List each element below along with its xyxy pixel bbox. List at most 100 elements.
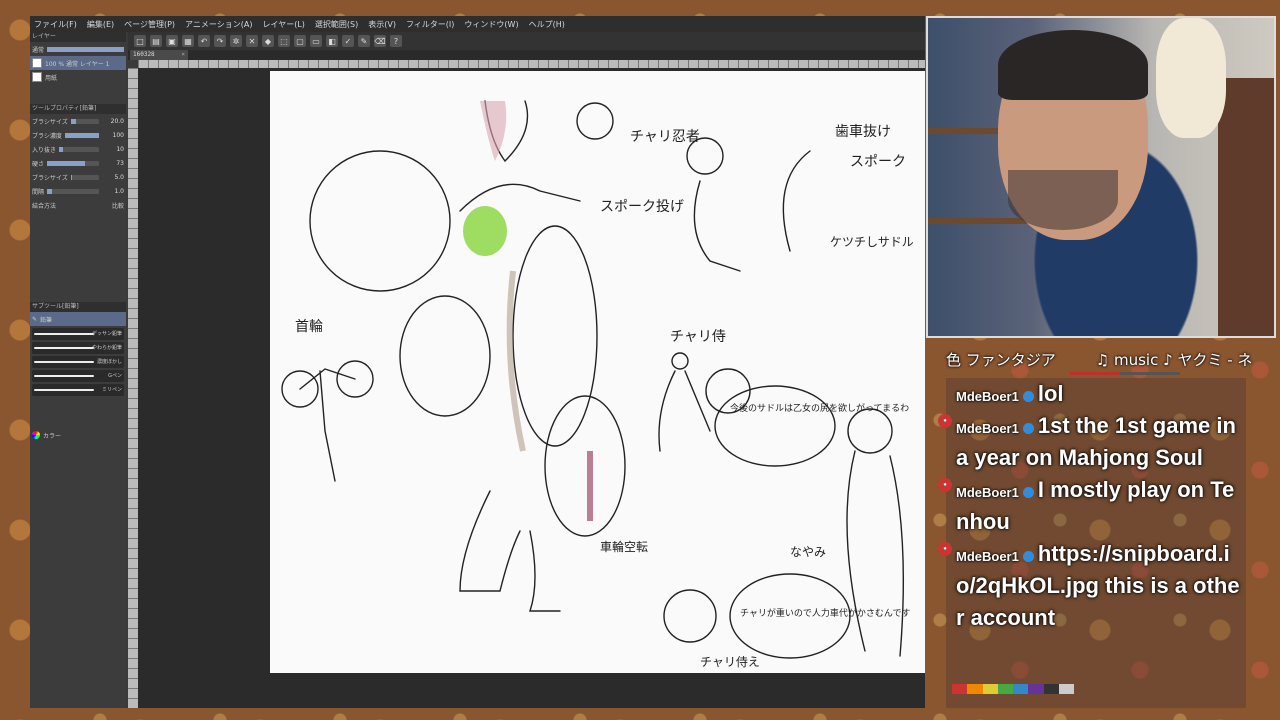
menu-selection[interactable]: 選択範囲(S) <box>315 19 358 30</box>
eraser-icon[interactable]: ⌫ <box>374 35 386 47</box>
stream-info-bar: 色 ファンタジア ♫ music ♪ ヤクミ - ネ <box>946 344 1252 374</box>
property-label: ブラシサイズ <box>32 174 68 182</box>
transform-icon[interactable]: ⬚ <box>278 35 290 47</box>
sketch-note: ケツチしサドル <box>830 235 914 249</box>
undo-icon[interactable]: ↶ <box>198 35 210 47</box>
music-progress-bar <box>1070 372 1180 375</box>
settings-icon[interactable]: ✲ <box>230 35 242 47</box>
layer-name: 100 % 通常 レイヤー 1 <box>45 60 110 68</box>
property-slider[interactable] <box>64 132 99 138</box>
drawing-canvas[interactable]: チャリ忍者 スポーク投げ 首輪 チャリ侍 今後のサドルは乙女の尻を欲しがってまる… <box>270 71 925 673</box>
subtool-tab[interactable]: ✎ 鉛筆 <box>30 312 126 326</box>
sketch-head <box>576 102 614 140</box>
ruler-vertical <box>128 68 138 708</box>
menu-layer[interactable]: レイヤー(L) <box>262 19 304 30</box>
opacity-slider[interactable] <box>47 46 124 52</box>
chat-username: MdeBoer1 <box>956 549 1019 564</box>
sketch-drawing: チャリ忍者 スポーク投げ 首輪 チャリ侍 今後のサドルは乙女の尻を欲しがってまる… <box>281 100 914 669</box>
menu-file[interactable]: ファイル(F) <box>34 19 77 30</box>
sketch-samurai <box>846 450 905 657</box>
property-value[interactable]: 73 <box>102 160 124 167</box>
layer-item[interactable]: 100 % 通常 レイヤー 1 <box>30 56 126 70</box>
property-value[interactable]: 100 <box>102 132 124 139</box>
tool-property-row[interactable]: 入り抜き 10 <box>30 142 126 156</box>
brush-item[interactable]: やわらか鉛筆 <box>32 342 124 354</box>
close-icon[interactable]: × <box>181 50 185 60</box>
brush-label: デッサン鉛筆 <box>91 331 122 337</box>
invert-icon[interactable]: ◧ <box>326 35 338 47</box>
sketch-note: 歯車抜け <box>835 123 891 140</box>
tool-property-row[interactable]: 間隔 1.0 <box>30 184 126 198</box>
property-slider[interactable] <box>59 146 99 152</box>
property-value[interactable]: 10 <box>102 146 124 153</box>
canvas-area[interactable]: チャリ忍者 スポーク投げ 首輪 チャリ侍 今後のサドルは乙女の尻を欲しがってまる… <box>138 68 925 708</box>
chat-username: MdeBoer1 <box>956 389 1019 404</box>
property-value[interactable]: 5.0 <box>102 174 124 181</box>
open-file-icon[interactable]: ▤ <box>150 35 162 47</box>
command-bar: □ ▤ ▣ ▦ ↶ ↷ ✲ ✕ ◆ ⬚ ▢ ▭ ◧ ✓ ✎ ⌫ ? <box>128 32 925 50</box>
subscriber-badge-icon: ● <box>938 414 952 428</box>
property-label: 間隔 <box>32 188 45 196</box>
sketch-small-bike <box>299 368 356 482</box>
brush-item[interactable]: ミリペン <box>32 384 124 396</box>
chat-username: MdeBoer1 <box>956 421 1019 436</box>
help-icon[interactable]: ? <box>390 35 402 47</box>
property-label: 硬さ <box>32 160 45 168</box>
brush-item[interactable]: Gペン <box>32 370 124 382</box>
blend-mode-select[interactable]: 通常 <box>30 42 126 56</box>
sketch-note: チャリ侍え <box>700 655 760 669</box>
menu-window[interactable]: ウィンドウ(W) <box>464 19 518 30</box>
property-slider[interactable] <box>47 160 99 166</box>
fill-icon[interactable]: ◆ <box>262 35 274 47</box>
ruler-horizontal <box>138 60 925 68</box>
brush-label: やわらか鉛筆 <box>91 345 122 351</box>
combine-method-row[interactable]: 結合方法 比較 <box>30 198 126 212</box>
sketch-note: スポーク投げ <box>600 199 684 215</box>
streamer-face <box>998 30 1148 240</box>
moderator-badge-icon <box>1022 391 1034 403</box>
pencil-icon: ✎ <box>32 315 38 323</box>
pen-icon[interactable]: ✎ <box>358 35 370 47</box>
sketch-spoke <box>782 150 811 252</box>
tool-property-row[interactable]: ブラシ濃度 100 <box>30 128 126 142</box>
print-icon[interactable]: ▦ <box>182 35 194 47</box>
sketch-ninja <box>693 180 741 272</box>
menu-filter[interactable]: フィルター(I) <box>406 19 454 30</box>
property-slider[interactable] <box>70 174 99 180</box>
document-tab-bar: 160328 × <box>128 50 925 60</box>
menu-view[interactable]: 表示(V) <box>368 19 396 30</box>
property-value[interactable]: 20.0 <box>102 118 124 125</box>
sketch-wheel <box>309 150 451 292</box>
subtool-panel-title: サブツール[鉛筆] <box>30 302 126 312</box>
menu-animation[interactable]: アニメーション(A) <box>185 19 252 30</box>
redo-icon[interactable]: ↷ <box>214 35 226 47</box>
brush-item[interactable]: 濃度ぼかし <box>32 356 124 368</box>
save-icon[interactable]: ▣ <box>166 35 178 47</box>
combine-method-select[interactable]: 比較 <box>112 201 124 210</box>
sketch-head <box>847 408 893 454</box>
tool-property-row[interactable]: 硬さ 73 <box>30 156 126 170</box>
menu-help[interactable]: ヘルプ(H) <box>529 19 565 30</box>
check-icon[interactable]: ✓ <box>342 35 354 47</box>
property-value[interactable]: 1.0 <box>102 188 124 195</box>
color-panel[interactable]: カラー <box>30 428 126 442</box>
layer-thumbnail <box>32 72 42 82</box>
property-slider[interactable] <box>47 188 99 194</box>
property-slider[interactable] <box>70 118 99 124</box>
chat-text: lol <box>1037 381 1064 406</box>
document-tab[interactable]: 160328 × <box>130 50 188 60</box>
tool-property-row[interactable]: ブラシサイズ 5.0 <box>30 170 126 184</box>
menu-edit[interactable]: 編集(E) <box>87 19 114 30</box>
deselect-icon[interactable]: ▭ <box>310 35 322 47</box>
tool-property-row[interactable]: ブラシサイズ 20.0 <box>30 114 126 128</box>
clear-icon[interactable]: ✕ <box>246 35 258 47</box>
sketch-bubble <box>714 385 836 467</box>
brush-item[interactable]: デッサン鉛筆 <box>32 328 124 340</box>
select-all-icon[interactable]: ▢ <box>294 35 306 47</box>
chat-panel: MdeBoer1 lol ● MdeBoer1 1st the 1st game i… <box>938 378 1246 708</box>
layer-item[interactable]: 用紙 <box>30 70 126 84</box>
new-file-icon[interactable]: □ <box>134 35 146 47</box>
menu-page[interactable]: ページ管理(P) <box>124 19 175 30</box>
sketch-body <box>459 183 581 212</box>
left-panel: レイヤー 通常 100 % 通常 レイヤー 1 用紙 ツールプロパティ[鉛筆] … <box>30 32 126 708</box>
